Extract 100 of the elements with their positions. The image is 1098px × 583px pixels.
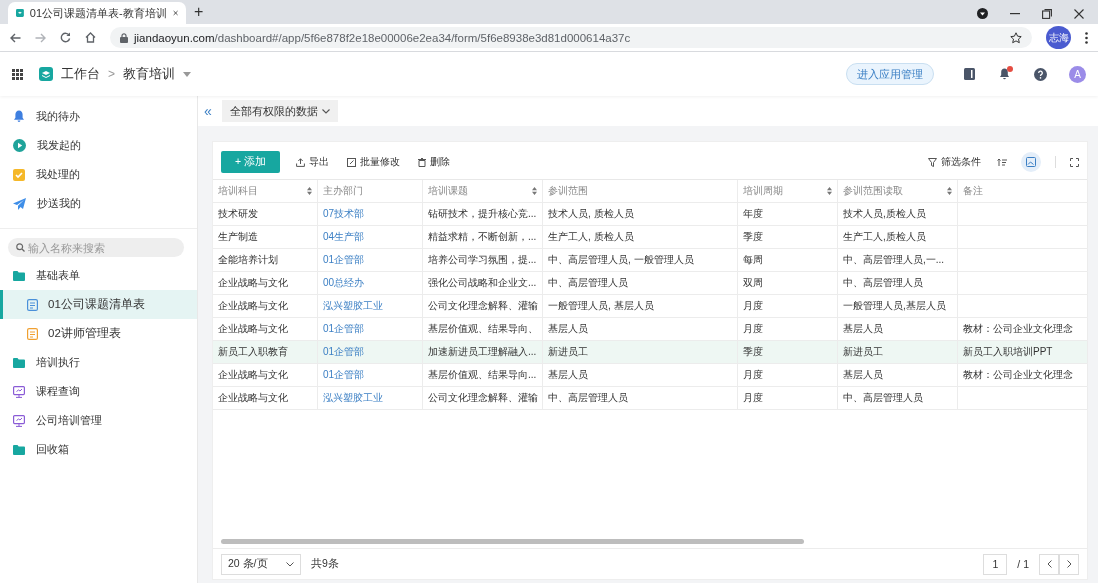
star-icon[interactable] [1010, 31, 1022, 44]
sidebar-item[interactable]: 基础表单 [0, 261, 197, 290]
app-grid-icon[interactable] [12, 68, 23, 80]
sidebar-item[interactable]: 课程查询 [0, 377, 197, 406]
home-icon[interactable] [85, 32, 96, 43]
close-icon[interactable] [1074, 8, 1084, 19]
sidebar-item[interactable]: 我发起的 [0, 131, 197, 160]
download-icon[interactable] [977, 8, 988, 19]
column-header[interactable]: 培训周期 [738, 180, 838, 202]
sidebar-item[interactable]: 培训执行 [0, 348, 197, 377]
sidebar-item[interactable]: 01公司课题清单表 [0, 290, 197, 319]
table-cell: 新员工入职教育 [218, 345, 288, 359]
column-header[interactable]: 参训范围读取 [838, 180, 958, 202]
export-button[interactable]: 导出 [294, 155, 332, 169]
minimize-icon[interactable] [1010, 12, 1020, 15]
item-label: 我处理的 [36, 167, 80, 182]
delete-button[interactable]: 删除 [416, 155, 453, 169]
page-size-dropdown[interactable]: 20 条/页 [221, 553, 301, 575]
sidebar-item[interactable]: 我处理的 [0, 160, 197, 189]
column-header[interactable]: 主办部门 [318, 180, 423, 202]
sort-icon[interactable] [827, 187, 832, 195]
back-arrow-icon[interactable] [10, 32, 21, 43]
item-label: 抄送我的 [37, 196, 81, 211]
collapse-sidebar-button[interactable]: « [202, 103, 214, 119]
sidebar-item[interactable]: 抄送我的 [0, 189, 197, 218]
table-row[interactable]: 企业战略与文化 00总经办 强化公司战略和企业文... 中、高层管理人员 双周 中、高层管理人员 [213, 272, 1087, 295]
help-icon[interactable] [1034, 67, 1047, 81]
horizontal-scrollbar[interactable] [221, 539, 804, 544]
table-cell: 基层价值观、结果导向... [428, 368, 537, 382]
item-label: 02讲师管理表 [48, 326, 121, 341]
department-link[interactable]: 01企管部 [323, 253, 365, 267]
table-cell: 季度 [743, 345, 763, 359]
sidebar-item[interactable]: 02讲师管理表 [0, 319, 197, 348]
data-scope-dropdown[interactable]: 全部有权限的数据 [221, 100, 338, 122]
filter-button[interactable]: 筛选条件 [926, 155, 983, 169]
table-row[interactable]: 生产制造 04生产部 精益求精，不断创新，... 生产工人, 质检人员 季度 生产工人,质检人员 [213, 226, 1087, 249]
monitor-icon [13, 385, 25, 398]
sort-icon[interactable] [532, 187, 537, 195]
table-row[interactable]: 新员工入职教育 01企管部 加速新进员工理解融入... 新进员工 季度 新进员工 新员工入职培训PPT [213, 341, 1087, 364]
table-cell: 双周 [743, 276, 763, 290]
address-bar[interactable]: jiandaoyun.com/dashboard#/app/5f6e878f2e18e00006e2ea34/form/5f6e8938e3d81d000614a37c [110, 27, 1032, 48]
department-link[interactable]: 01企管部 [323, 345, 365, 359]
book-icon[interactable] [964, 68, 975, 80]
close-icon[interactable] [172, 9, 178, 17]
table-cell: 月度 [743, 299, 763, 313]
profile-avatar[interactable]: 志海 [1046, 26, 1071, 49]
app-manage-button[interactable]: 进入应用管理 [846, 63, 934, 85]
batch-edit-button[interactable]: 批量修改 [345, 155, 403, 169]
sort-icon[interactable] [307, 187, 312, 195]
caret-icon[interactable] [183, 71, 191, 77]
sort-icon[interactable] [947, 187, 952, 195]
table-row[interactable]: 企业战略与文化 泓兴塑胶工业 公司文化理念解释、灌输 一般管理人员, 基层人员 月度 一般管理人员,基层人员 [213, 295, 1087, 318]
table-cell: 季度 [743, 230, 763, 244]
header-label: 主办部门 [323, 184, 363, 198]
new-tab-button[interactable]: + [194, 3, 204, 21]
page-number-field[interactable]: 1 [983, 553, 1008, 575]
department-link[interactable]: 00总经办 [323, 276, 365, 290]
table-cell: 精益求精，不断创新，... [428, 230, 537, 244]
fullscreen-icon[interactable] [1070, 157, 1079, 167]
department-link[interactable]: 01企管部 [323, 322, 365, 336]
table-cell: 加速新进员工理解融入... [428, 345, 537, 359]
reload-icon[interactable] [60, 32, 71, 43]
column-header[interactable]: 培训科目 [213, 180, 318, 202]
table-row[interactable]: 全能培养计划 01企管部 培养公司学习氛围，提... 中、高层管理人员, 一般管理人员 每周 中、高层管理人员,一... [213, 249, 1087, 272]
table-row[interactable]: 技术研发 07技术部 钻研技术，提升核心竞... 技术人员, 质检人员 年度 技术人员,质检人员 [213, 203, 1087, 226]
department-link[interactable]: 泓兴塑胶工业 [323, 299, 383, 313]
table-row[interactable]: 企业战略与文化 泓兴塑胶工业 公司文化理念解释、灌输 中、高层管理人员 月度 中、高层管理人员 [213, 387, 1087, 410]
bell-icon[interactable] [999, 68, 1010, 80]
folder-icon [13, 270, 25, 281]
table-row[interactable]: 企业战略与文化 01企管部 基层价值观、结果导向... 基层人员 月度 基层人员 教材：公司企业文化理念 [213, 364, 1087, 387]
table-cell: 生产工人,质检人员 [843, 230, 926, 244]
table-cell: 生产制造 [218, 230, 258, 244]
sidebar-item[interactable]: 公司培训管理 [0, 406, 197, 435]
header-label: 培训科目 [218, 184, 258, 198]
workbench-link[interactable]: 工作台 [61, 65, 100, 83]
browser-tab[interactable]: 01公司课题清单表-教育培训 [8, 2, 186, 24]
table-cell: 新进员工 [548, 345, 588, 359]
department-link[interactable]: 01企管部 [323, 368, 365, 382]
search-field[interactable]: 输入名称来搜索 [8, 238, 184, 257]
department-link[interactable]: 泓兴塑胶工业 [323, 391, 383, 405]
chevron-down-icon [286, 561, 294, 567]
more-icon[interactable] [1085, 31, 1088, 44]
table-cell: 企业战略与文化 [218, 391, 288, 405]
table-cell: 培养公司学习氛围，提... [428, 253, 537, 267]
view-toggle-button[interactable] [1021, 152, 1041, 172]
column-header[interactable]: 参训范围 [543, 180, 738, 202]
department-link[interactable]: 04生产部 [323, 230, 365, 244]
table-cell: 基层人员 [548, 322, 588, 336]
sidebar-item[interactable]: 我的待办 [0, 102, 197, 131]
department-link[interactable]: 07技术部 [323, 207, 365, 221]
maximize-icon[interactable] [1042, 8, 1052, 19]
app-name[interactable]: 教育培训 [123, 65, 175, 83]
sort-icon[interactable] [997, 157, 1007, 167]
chevron-left-icon [1046, 560, 1052, 568]
sidebar-item[interactable]: 回收箱 [0, 435, 197, 464]
breadcrumb-separator: > [108, 67, 115, 81]
column-header[interactable]: 培训课题 [423, 180, 543, 202]
table-cell: 中、高层管理人员 [843, 276, 923, 290]
column-header[interactable]: 备注 [958, 180, 1088, 202]
total-count: 共9条 [311, 557, 339, 571]
